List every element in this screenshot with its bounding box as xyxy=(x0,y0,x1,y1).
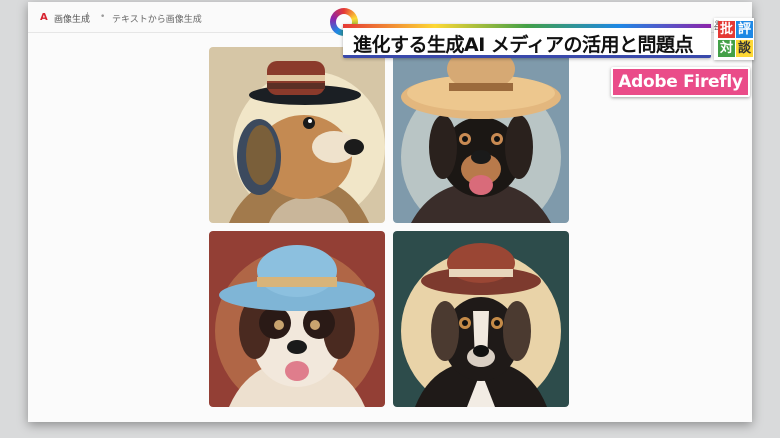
adobe-firefly-label: Adobe Firefly xyxy=(618,72,743,92)
headline-text: 進化する生成AI メディアの活用と問題点 xyxy=(353,34,694,56)
browser-content: A 画像生成 | • テキストから画像生成 xyxy=(28,2,752,422)
breadcrumb-bullet: • xyxy=(100,12,106,22)
breadcrumb[interactable]: テキストから画像生成 xyxy=(112,12,202,25)
generated-image-3[interactable] xyxy=(209,231,385,407)
dog-straw-hat-image xyxy=(393,47,569,223)
dog-red-hat-image xyxy=(393,231,569,407)
header-separator: | xyxy=(86,12,90,22)
dog-top-hat-image xyxy=(209,47,385,223)
app-name[interactable]: 画像生成 xyxy=(54,12,90,25)
show-logo-char-4: 談 xyxy=(736,40,753,57)
generated-image-grid xyxy=(209,47,569,407)
app-logo-icon[interactable]: A xyxy=(40,13,52,23)
generated-image-2[interactable] xyxy=(393,47,569,223)
adobe-firefly-badge: Adobe Firefly xyxy=(611,67,750,97)
show-logo-char-3: 対 xyxy=(718,40,735,57)
news-headline-banner: 進化する生成AI メディアの活用と問題点 xyxy=(343,24,711,58)
generated-image-1[interactable] xyxy=(209,47,385,223)
dog-blue-hat-image xyxy=(209,231,385,407)
show-logo-char-2: 評 xyxy=(736,21,753,38)
show-logo-char-1: 批 xyxy=(718,21,735,38)
generated-image-4[interactable] xyxy=(393,231,569,407)
show-logo: the 批 評 対 談 xyxy=(714,18,754,60)
